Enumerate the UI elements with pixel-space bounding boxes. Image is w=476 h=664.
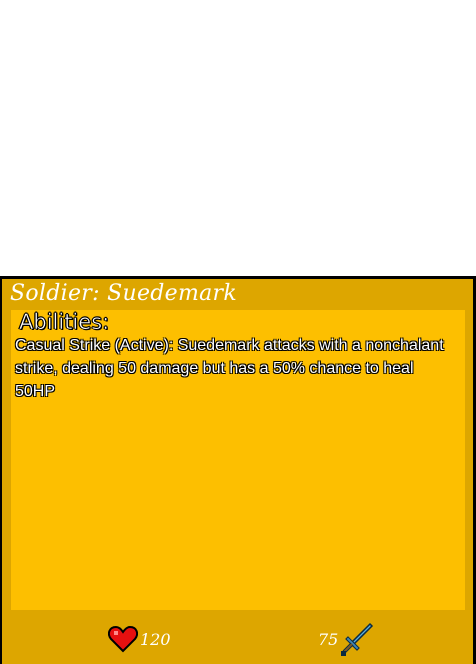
abilities-heading: Abilities: [19, 310, 110, 335]
card-title: Soldier: Suedemark [10, 281, 238, 306]
sword-icon [340, 622, 374, 656]
attack-stat: 75 [316, 622, 374, 656]
ability-description: Casual Strike (Active): Suedemark attack… [15, 337, 444, 400]
abilities-panel: Abilities: Casual Strike (Active): Suede… [11, 310, 465, 610]
attack-value: 75 [318, 629, 339, 649]
character-card[interactable]: Soldier: Suedemark Abilities: Casual Str… [0, 276, 476, 664]
health-stat: 120 [108, 622, 173, 656]
page: Soldier: Suedemark Abilities: Casual Str… [0, 0, 476, 664]
health-value: 120 [140, 629, 171, 649]
heart-icon [108, 625, 138, 653]
